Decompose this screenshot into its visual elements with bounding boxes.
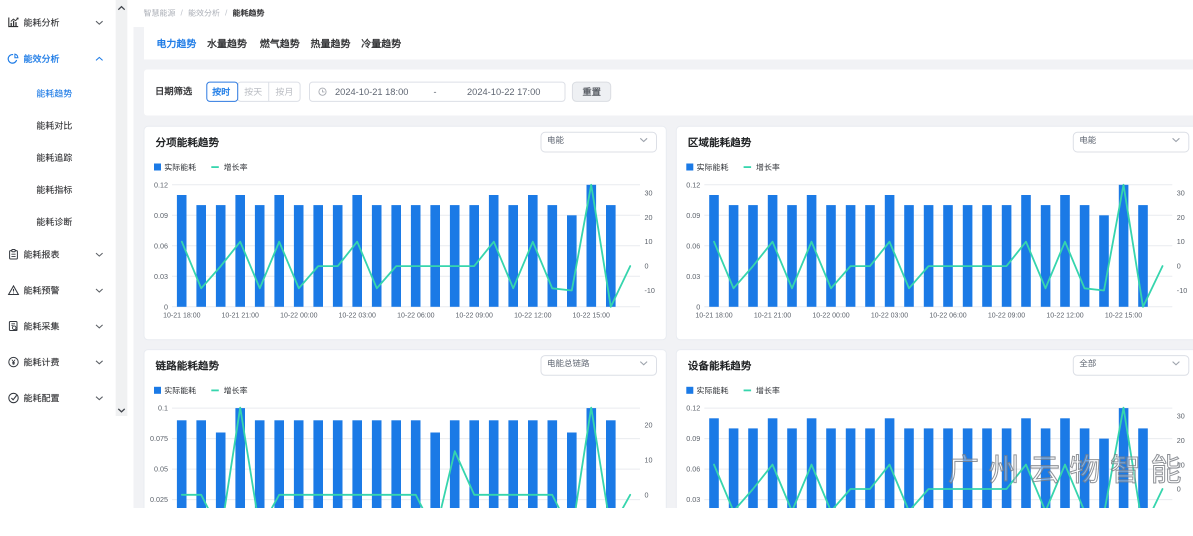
- svg-text:-: -: [434, 87, 437, 97]
- svg-text:10-22 03:00: 10-22 03:00: [871, 313, 908, 320]
- svg-text:10-21 21:00: 10-21 21:00: [754, 313, 791, 320]
- svg-text:2024-10-21 18:00: 2024-10-21 18:00: [335, 87, 408, 97]
- svg-text:0.12: 0.12: [154, 180, 168, 189]
- svg-text:10-22 12:00: 10-22 12:00: [514, 313, 551, 320]
- svg-text:0.12: 0.12: [686, 180, 700, 189]
- svg-text:30: 30: [1177, 188, 1185, 197]
- svg-text:10-22 15:00: 10-22 15:00: [1105, 313, 1142, 320]
- svg-text:0: 0: [696, 302, 700, 311]
- svg-text:10-22 00:00: 10-22 00:00: [812, 313, 849, 320]
- svg-text:0.05: 0.05: [154, 465, 168, 474]
- svg-text:10: 10: [645, 455, 653, 464]
- svg-text:0.09: 0.09: [686, 434, 700, 443]
- svg-text:0.06: 0.06: [686, 465, 700, 474]
- svg-text:10-22 03:00: 10-22 03:00: [339, 313, 376, 320]
- svg-text:0.03: 0.03: [686, 495, 700, 504]
- svg-text:-10: -10: [645, 286, 655, 295]
- svg-text:20: 20: [1177, 436, 1185, 445]
- svg-text:20: 20: [645, 421, 653, 430]
- svg-text:10-22 12:00: 10-22 12:00: [1046, 313, 1083, 320]
- svg-text:10-21 18:00: 10-21 18:00: [163, 313, 200, 320]
- svg-text:0.03: 0.03: [686, 272, 700, 281]
- svg-text:0.03: 0.03: [154, 272, 168, 281]
- svg-text:2024-10-22 17:00: 2024-10-22 17:00: [467, 87, 540, 97]
- svg-text:0.1: 0.1: [158, 404, 168, 413]
- svg-text:10-21 18:00: 10-21 18:00: [695, 313, 732, 320]
- svg-text:0: 0: [1177, 485, 1181, 494]
- svg-text:0: 0: [645, 262, 649, 271]
- svg-text:10-22 00:00: 10-22 00:00: [280, 313, 317, 320]
- svg-text:0.06: 0.06: [686, 241, 700, 250]
- svg-text:10-21 21:00: 10-21 21:00: [222, 313, 259, 320]
- svg-text:10: 10: [1177, 237, 1185, 246]
- svg-text:10-22 06:00: 10-22 06:00: [397, 313, 434, 320]
- svg-text:30: 30: [1177, 411, 1185, 420]
- svg-text:0.09: 0.09: [154, 211, 168, 220]
- svg-text:0: 0: [645, 490, 649, 499]
- svg-text:10-22 09:00: 10-22 09:00: [988, 313, 1025, 320]
- svg-text:30: 30: [645, 188, 653, 197]
- svg-text:20: 20: [645, 213, 653, 222]
- svg-text:0.12: 0.12: [686, 404, 700, 413]
- svg-text:10: 10: [645, 237, 653, 246]
- svg-text:0.06: 0.06: [154, 241, 168, 250]
- svg-text:10-22 06:00: 10-22 06:00: [929, 313, 966, 320]
- svg-text:10-22 09:00: 10-22 09:00: [456, 313, 493, 320]
- svg-text:0.09: 0.09: [686, 211, 700, 220]
- svg-text:0.075: 0.075: [150, 434, 168, 443]
- svg-text:0.025: 0.025: [150, 495, 168, 504]
- svg-text:10-22 15:00: 10-22 15:00: [573, 313, 610, 320]
- svg-text:0: 0: [164, 302, 168, 311]
- svg-text:-10: -10: [1177, 286, 1187, 295]
- svg-text:20: 20: [1177, 213, 1185, 222]
- svg-text:0: 0: [1177, 262, 1181, 271]
